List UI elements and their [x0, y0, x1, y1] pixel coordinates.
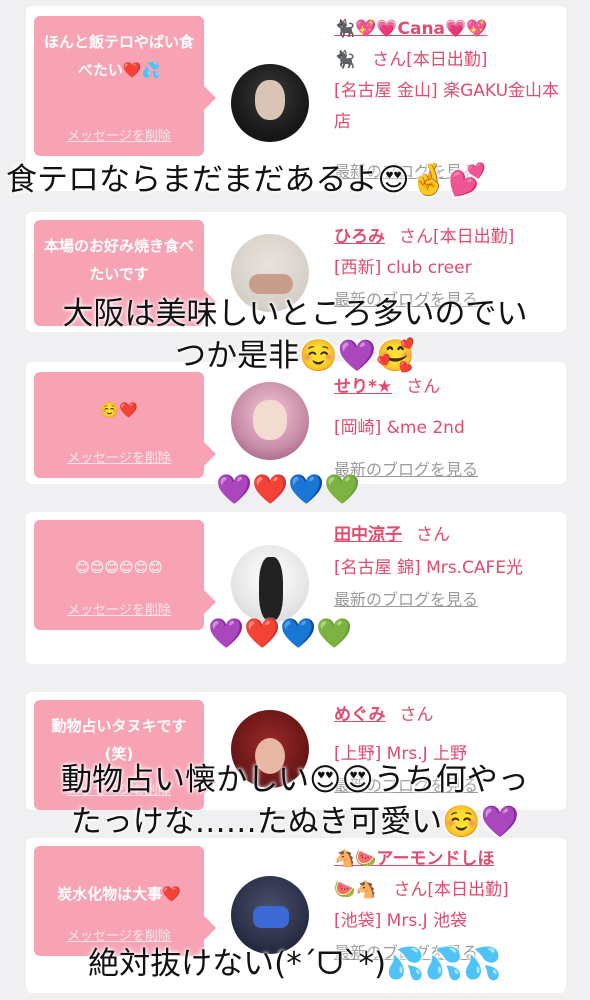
- profile-info: 田中涼子 さん [名古屋 錦] Mrs.CAFE光 最新のブログを見る: [334, 520, 559, 615]
- message-bubble: ☺️❤️ メッセージを削除: [34, 372, 216, 478]
- latest-blog-link[interactable]: 最新のブログを見る: [334, 584, 559, 615]
- message-text: 本場のお好み焼き食べたいです: [44, 237, 195, 283]
- overlay-caption: 動物占い懐かしい😍😍うち何やっ: [61, 762, 529, 798]
- delete-message-link[interactable]: メッセージを削除: [34, 599, 204, 618]
- overlay-caption: 大阪は美味しいところ多いのでい: [62, 296, 528, 332]
- avatar[interactable]: [231, 876, 309, 954]
- message-text: 😊😊😊😊😊😊: [75, 560, 163, 576]
- latest-blog-link[interactable]: 最新のブログを見る: [334, 454, 559, 485]
- delete-message-link[interactable]: メッセージを削除: [34, 125, 204, 144]
- profile-name[interactable]: せり*★: [334, 377, 392, 397]
- shop-location[interactable]: [名古屋 金山] 楽GAKU金山本店: [334, 76, 559, 138]
- message-bubble: 炭水化物は大事❤️ メッセージを削除: [34, 846, 216, 956]
- avatar[interactable]: [231, 64, 309, 142]
- status-text: さん: [416, 525, 450, 545]
- message-text: ☺️❤️: [100, 401, 138, 419]
- message-text: ほんと飯テロやばい食べたい❤️💦: [44, 33, 195, 79]
- overlay-emoji-row: 💜❤️💙💚: [216, 472, 361, 506]
- profile-name[interactable]: 田中涼子: [334, 525, 402, 545]
- overlay-caption: たっけな……たぬき可愛い☺️💜: [70, 804, 520, 840]
- shop-location[interactable]: [名古屋 錦] Mrs.CAFE光: [334, 553, 559, 584]
- status-text: さん[本日出勤]: [399, 227, 515, 247]
- shop-location[interactable]: [岡崎] &me 2nd: [334, 413, 559, 444]
- status-text: 🍉🐴 さん[本日出勤]: [334, 880, 509, 900]
- overlay-emoji-row: 💜❤️💙💚: [208, 616, 353, 650]
- profile-name[interactable]: ひろみ: [334, 227, 385, 247]
- overlay-caption: 食テロならまだまだあるよ😍🤞💕: [6, 162, 487, 198]
- profile-name[interactable]: 🐈‍⬛💖💗Cana💗💖: [334, 19, 487, 39]
- avatar[interactable]: [231, 545, 309, 623]
- delete-message-link[interactable]: メッセージを削除: [34, 447, 204, 466]
- message-card: ☺️❤️ メッセージを削除 せり*★ さん [岡崎] &me 2nd 最新のブログ…: [26, 362, 566, 484]
- shop-location[interactable]: [池袋] Mrs.J 池袋: [334, 906, 559, 937]
- message-bubble: 😊😊😊😊😊😊 メッセージを削除: [34, 520, 216, 630]
- status-text: さん: [399, 705, 434, 725]
- profile-info: せり*★ さん [岡崎] &me 2nd 最新のブログを見る: [334, 372, 559, 485]
- overlay-caption: つか是非☺️💜🥰: [175, 338, 415, 374]
- avatar[interactable]: [231, 382, 309, 460]
- overlay-caption: 絶対抜けない(*´ᗜ`*)💦💦💦: [88, 946, 502, 982]
- delete-message-link[interactable]: メッセージを削除: [34, 925, 204, 944]
- status-text: 🐈‍⬛ さん[本日出勤]: [334, 50, 488, 70]
- profile-name[interactable]: めぐみ: [334, 705, 386, 725]
- status-text: さん: [406, 377, 441, 397]
- message-text: 炭水化物は大事❤️: [57, 885, 181, 903]
- shop-location[interactable]: [西新] club creer: [334, 253, 559, 284]
- profile-name[interactable]: 🐴🍉アーモンドしほ: [334, 849, 494, 869]
- message-bubble: ほんと飯テロやばい食べたい❤️💦 メッセージを削除: [34, 16, 216, 156]
